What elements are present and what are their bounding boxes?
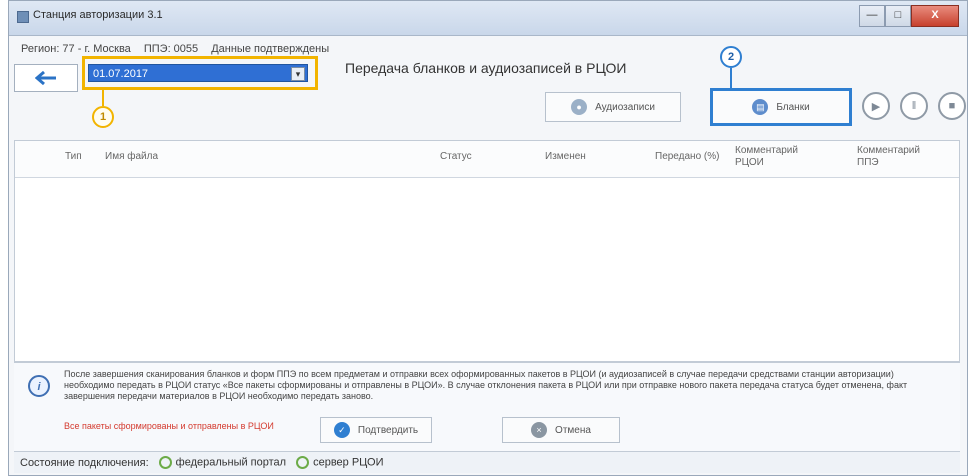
cancel-button-label: Отмена: [555, 424, 591, 436]
play-button[interactable]: ▶: [862, 92, 890, 120]
column-status: Статус: [440, 151, 472, 162]
info-panel: i После завершения сканирования бланков …: [14, 362, 960, 451]
info-text: После завершения сканирования бланков и …: [64, 369, 908, 401]
column-ppe-comment: Комментарий ППЭ: [857, 145, 920, 168]
close-button[interactable]: X: [911, 5, 959, 27]
pause-icon: ‖: [911, 100, 917, 112]
window-title: Станция авторизации 3.1: [33, 9, 163, 21]
blanks-button[interactable]: ▤ Бланки: [710, 88, 852, 126]
column-rcoi-comment: Комментарий РЦОИ: [735, 145, 798, 168]
callout-1-line: [102, 90, 104, 106]
server-label: сервер РЦОИ: [313, 456, 384, 469]
maximize-button[interactable]: □: [885, 5, 911, 27]
app-icon: [17, 11, 29, 23]
stop-button[interactable]: ■: [938, 92, 966, 120]
connected-icon: [296, 456, 310, 469]
play-icon: ▶: [871, 100, 881, 113]
federal-label: федеральный портал: [175, 456, 287, 469]
page-title: Передача бланков и аудиозаписей в РЦОИ: [345, 60, 627, 76]
microphone-icon: ●: [571, 99, 588, 115]
callout-2-badge: 2: [720, 46, 742, 68]
back-button[interactable]: [14, 64, 78, 92]
connected-icon: [158, 456, 172, 469]
date-value: 01.07.2017: [93, 68, 149, 80]
audio-button[interactable]: ● Аудиозаписи: [545, 92, 681, 122]
column-filename: Имя файла: [105, 151, 159, 162]
region-text: Регион: 77 - г. Москва: [21, 43, 131, 55]
date-select[interactable]: 01.07.2017 ▾: [88, 64, 308, 82]
column-changed: Изменен: [545, 151, 586, 162]
confirm-button[interactable]: ✓ Подтвердить: [320, 417, 432, 443]
document-icon: ▤: [752, 99, 769, 115]
arrow-left-icon: [35, 71, 56, 85]
state-text: Данные подтверждены: [211, 43, 330, 55]
title-bar: Станция авторизации 3.1 — □ X: [9, 1, 967, 36]
connection-label: Состояние подключения:: [20, 456, 149, 469]
info-icon: i: [28, 375, 50, 397]
server-status: сервер РЦОИ: [296, 456, 384, 469]
connection-status-bar: Состояние подключения: федеральный порта…: [14, 451, 960, 473]
dropdown-arrow-icon[interactable]: ▾: [291, 67, 305, 81]
callout-2-line: [730, 68, 732, 88]
callout-1-badge: 1: [92, 106, 114, 128]
cancel-button[interactable]: × Отмена: [502, 417, 620, 443]
status-line: Регион: 77 - г. Москва ППЭ: 0055 Данные …: [21, 43, 339, 55]
status-warning-text: Все пакеты сформированы и отправлены в Р…: [64, 421, 274, 431]
federal-status: федеральный портал: [158, 456, 287, 469]
cancel-icon: ×: [531, 422, 548, 438]
files-table: Тип Имя файла Статус Изменен Передано (%…: [14, 140, 960, 362]
ppe-text: ППЭ: 0055: [143, 43, 199, 55]
audio-button-label: Аудиозаписи: [595, 101, 655, 113]
blanks-button-label: Бланки: [776, 101, 810, 113]
column-sent-percent: Передано (%): [655, 151, 720, 162]
minimize-button[interactable]: —: [859, 5, 885, 27]
table-header: Тип Имя файла Статус Изменен Передано (%…: [15, 141, 959, 178]
check-icon: ✓: [333, 422, 350, 438]
confirm-button-label: Подтвердить: [357, 424, 419, 436]
pause-button[interactable]: ‖: [900, 92, 928, 120]
stop-icon: ■: [948, 100, 956, 112]
column-type: Тип: [65, 151, 82, 162]
